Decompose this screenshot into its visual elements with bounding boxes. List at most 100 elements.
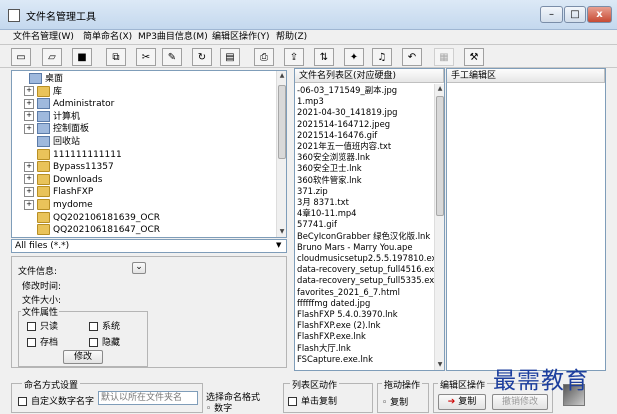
tree-item[interactable]: QQ202106181647_OCR xyxy=(24,224,160,236)
undo-icon[interactable]: ↶ xyxy=(402,48,422,66)
print-icon[interactable]: ⎙ xyxy=(254,48,274,66)
file-list-item[interactable]: 371.zip xyxy=(297,186,434,197)
arrow-right-icon: ➔ xyxy=(447,397,456,407)
tree-item-label: Administrator xyxy=(53,99,115,110)
file-list-item[interactable]: -06-03_171549_副本.jpg xyxy=(297,85,434,96)
file-list-item[interactable]: FlashFXP.exe.lnk xyxy=(297,331,434,342)
cut-icon[interactable]: ✂ xyxy=(136,48,156,66)
expand-icon[interactable]: + xyxy=(24,111,34,122)
tag-icon[interactable]: ✦ xyxy=(344,48,364,66)
tool-icon[interactable]: ⚒ xyxy=(464,48,484,66)
tree-item[interactable]: 111111111111 xyxy=(24,148,122,161)
refresh-icon[interactable]: ↻ xyxy=(192,48,212,66)
file-list-item[interactable]: Bruno Mars - Marry You.ape xyxy=(297,242,434,253)
save-icon[interactable]: ■ xyxy=(72,48,92,66)
music-icon[interactable]: ♫ xyxy=(372,48,392,66)
tree-item[interactable]: + mydome xyxy=(24,199,93,211)
tree-item[interactable]: + 库 xyxy=(24,85,62,98)
file-list-item[interactable]: 3月 8371.txt xyxy=(297,197,434,208)
expand-icon[interactable]: + xyxy=(24,199,34,210)
system-checkbox[interactable]: 系统 xyxy=(89,319,120,332)
hidden-checkbox[interactable]: 隐藏 xyxy=(89,335,120,348)
tree-item[interactable]: 回收站 xyxy=(24,136,80,148)
folder-tree[interactable]: 桌面 + 库 + Administrator + 计算机 + 控制面板 回收站 1111111111… xyxy=(11,70,287,238)
readonly-checkbox[interactable]: 只读 xyxy=(27,319,58,332)
expand-icon[interactable]: + xyxy=(24,86,34,97)
paste-icon[interactable]: ▤ xyxy=(220,48,240,66)
file-list-item[interactable]: 360安全浏览器.lnk xyxy=(297,152,434,163)
expand-icon[interactable]: + xyxy=(24,161,34,172)
tree-scrollbar[interactable]: ▲ ▼ xyxy=(276,71,286,237)
expand-icon[interactable]: + xyxy=(24,186,34,197)
file-list-item[interactable]: FSCapture.exe.lnk xyxy=(297,354,434,365)
menu-edit-area[interactable]: 编辑区操作(Y) xyxy=(212,30,270,44)
file-filter-select[interactable]: All files (*.*) ▼ xyxy=(11,239,287,253)
scroll-up-icon[interactable]: ▲ xyxy=(277,71,287,81)
computer-icon xyxy=(37,110,50,122)
drag-copy-radio[interactable]: ◦ 复制 xyxy=(382,395,408,408)
menu-mp3-info[interactable]: MP3曲目信息(M) xyxy=(138,30,208,44)
file-scroll-thumb[interactable] xyxy=(436,96,444,216)
single-click-copy-checkbox[interactable]: 单击复制 xyxy=(288,394,337,407)
file-list-item[interactable]: 4章10-11.mp4 xyxy=(297,208,434,219)
tree-item[interactable]: + 控制面板 xyxy=(24,123,89,135)
expand-icon[interactable]: + xyxy=(24,174,34,185)
close-button[interactable]: x xyxy=(587,6,612,23)
expand-icon[interactable]: + xyxy=(24,98,34,109)
file-list-item[interactable]: 57741.gif xyxy=(297,219,434,230)
file-list-item[interactable]: favorites_2021_6_7.html xyxy=(297,287,434,298)
file-list-item[interactable]: cloudmusicsetup2.5.5.197810.exe xyxy=(297,253,434,264)
tree-item[interactable]: + Downloads xyxy=(24,173,103,186)
file-list-item[interactable]: FlashFXP.exe (2).lnk xyxy=(297,320,434,331)
file-list-item[interactable]: ffffffmg dated.jpg xyxy=(297,298,434,309)
file-list-item[interactable]: 2021514-16476.gif xyxy=(297,130,434,141)
file-list-header[interactable]: 文件名列表区(对应硬盘) xyxy=(295,69,444,83)
new-folder-icon[interactable]: ▭ xyxy=(11,48,31,66)
chevron-down-icon[interactable]: ▼ xyxy=(276,241,281,249)
collapse-button[interactable]: ⌄ xyxy=(132,262,146,274)
tree-item[interactable]: + FlashFXP xyxy=(24,186,93,198)
custom-number-checkbox[interactable]: 自定义数字名字 xyxy=(18,394,94,407)
manual-edit-area[interactable]: 手工编辑区 xyxy=(446,68,606,371)
expand-icon[interactable]: + xyxy=(24,123,34,134)
open-folder-icon[interactable]: ▱ xyxy=(42,48,62,66)
file-list-item[interactable]: BeCyIconGrabber 绿色汉化版.lnk xyxy=(297,231,434,242)
scroll-down-icon[interactable]: ▼ xyxy=(277,227,287,237)
menu-file-manage[interactable]: 文件名管理(W) xyxy=(13,30,74,44)
edit-icon[interactable]: ✎ xyxy=(162,48,182,66)
scroll-up-icon[interactable]: ▲ xyxy=(435,84,445,94)
copy-icon[interactable]: ⧉ xyxy=(106,48,126,66)
minimize-button[interactable]: – xyxy=(540,6,563,23)
tree-scroll-thumb[interactable] xyxy=(278,85,286,159)
file-list-scrollbar[interactable]: ▲ ▼ xyxy=(434,84,444,370)
file-list-item[interactable]: data-recovery_setup_full4516.exe xyxy=(297,264,434,275)
app-icon xyxy=(8,9,20,22)
file-list-item[interactable]: 2021514-164712.jpeg xyxy=(297,119,434,130)
custom-name-input[interactable]: 默认以所在文件夹名 xyxy=(98,391,198,405)
modify-button[interactable]: 修改 xyxy=(63,350,103,364)
file-list-item[interactable]: 2021年五一值班内容.txt xyxy=(297,141,434,152)
menu-simple-rename[interactable]: 简单命名(X) xyxy=(83,30,132,44)
tree-item[interactable]: + 计算机 xyxy=(24,110,80,123)
watermark-text: 最需教育 xyxy=(493,368,589,394)
export-icon[interactable]: ⇪ xyxy=(284,48,304,66)
file-list-item[interactable]: FlashFXP 5.4.0.3970.lnk xyxy=(297,309,434,320)
file-list-item[interactable]: 2021-04-30_141819.jpg xyxy=(297,107,434,118)
sort-icon[interactable]: ⇅ xyxy=(314,48,334,66)
tree-item[interactable]: + Administrator xyxy=(24,98,114,110)
maximize-button[interactable]: □ xyxy=(564,6,586,23)
file-list-pane[interactable]: 文件名列表区(对应硬盘) -06-03_171549_副本.jpg 1.mp3 20… xyxy=(294,68,445,371)
scroll-down-icon[interactable]: ▼ xyxy=(435,360,445,370)
tree-item[interactable]: + Bypass11357 xyxy=(24,161,114,173)
menu-help[interactable]: 帮助(Z) xyxy=(276,30,307,44)
file-attr-group: 文件属性 只读 系统 存档 隐藏 修改 xyxy=(18,305,148,367)
file-list-item[interactable]: data-recovery_setup_full5335.exe xyxy=(297,275,434,286)
tree-item[interactable]: 桌面 xyxy=(16,73,63,85)
tree-item[interactable]: QQ202106181639_OCR xyxy=(24,211,160,224)
file-list-item[interactable]: 1.mp3 xyxy=(297,96,434,107)
file-list-item[interactable]: 360安全卫士.lnk xyxy=(297,163,434,174)
file-list-item[interactable]: 360软件管家.lnk xyxy=(297,175,434,186)
file-list-item[interactable]: Flash大厅.lnk xyxy=(297,343,434,354)
tree-item-label: Downloads xyxy=(53,174,103,185)
archive-checkbox[interactable]: 存档 xyxy=(27,335,58,348)
